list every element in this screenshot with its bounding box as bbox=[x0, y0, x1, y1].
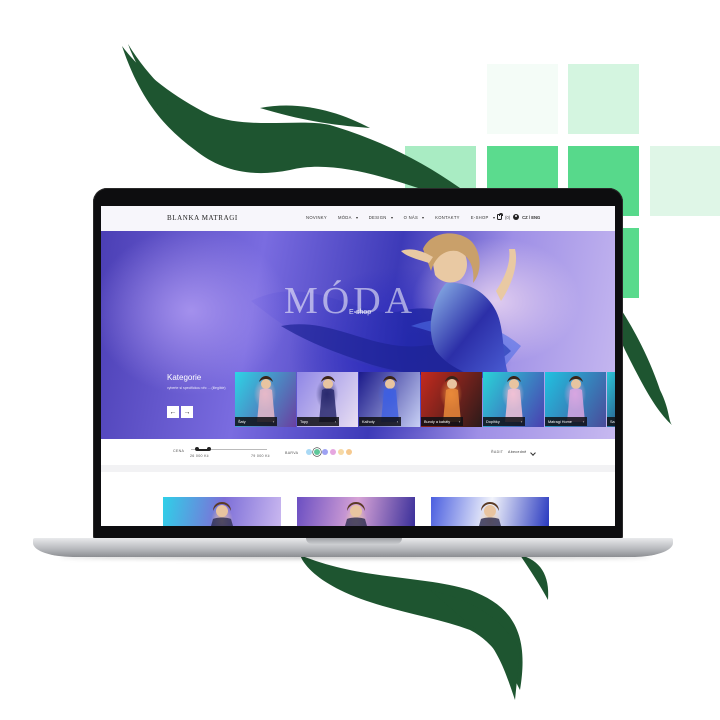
nav-item-moda[interactable]: MÓDA bbox=[338, 215, 358, 220]
hero-title: MÓDA bbox=[284, 280, 417, 322]
language-switch[interactable]: CZ / ENG bbox=[522, 215, 540, 220]
nav-item-label: DESIGN bbox=[368, 215, 387, 220]
arrow-right-icon: → bbox=[183, 408, 191, 416]
color-swatch[interactable] bbox=[330, 449, 336, 455]
price-slider-max-handle[interactable] bbox=[207, 447, 211, 451]
categories-title: Kategorie bbox=[167, 373, 202, 382]
category-card[interactable]: Topy › bbox=[297, 372, 358, 427]
product-card-image[interactable] bbox=[297, 497, 415, 526]
category-label-text: Matragi Home bbox=[548, 419, 572, 424]
chevron-down-icon bbox=[355, 216, 358, 219]
nav-item-label: NOVINKY bbox=[306, 215, 327, 220]
color-swatch[interactable] bbox=[338, 449, 344, 455]
category-card[interactable]: Doplňky › bbox=[483, 372, 544, 427]
chevron-right-icon: › bbox=[334, 419, 336, 424]
color-swatch[interactable] bbox=[322, 449, 328, 455]
chevron-right-icon: › bbox=[458, 419, 460, 424]
product-model-image bbox=[211, 502, 233, 526]
carousel-next-button[interactable]: → bbox=[181, 406, 193, 418]
hero-banner: MÓDA E-shop Kategorie vyberte si specifi… bbox=[101, 231, 615, 439]
categories-description: vyberte si specifickou věc ... (illegibl… bbox=[167, 386, 226, 390]
category-label-text: Topy bbox=[300, 419, 309, 424]
color-swatch[interactable] bbox=[306, 449, 312, 455]
price-max-value: 79 000 Kč bbox=[251, 454, 270, 458]
product-card-image[interactable] bbox=[163, 497, 281, 526]
laptop-screen: BLANKA MATRAGI NOVINKY MÓDA DESIGN O NÁS… bbox=[101, 206, 615, 526]
carousel-prev-button[interactable]: ← bbox=[167, 406, 179, 418]
category-label: Šaty › bbox=[235, 417, 277, 426]
nav-item-label: MÓDA bbox=[337, 215, 352, 220]
price-filter-label: CENA bbox=[173, 449, 185, 453]
shopping-bag-icon[interactable] bbox=[497, 213, 503, 220]
site-header: BLANKA MATRAGI NOVINKY MÓDA DESIGN O NÁS… bbox=[101, 206, 615, 231]
chevron-down-icon bbox=[492, 216, 495, 219]
category-card[interactable]: Sa bbox=[607, 372, 615, 427]
nav-item-kontakty[interactable]: KONTAKTY bbox=[435, 215, 460, 220]
category-label: Doplňky › bbox=[483, 417, 525, 426]
nav-item-label: E-SHOP bbox=[470, 215, 489, 220]
category-label: Kalhoty › bbox=[359, 417, 401, 426]
category-label: Topy › bbox=[297, 417, 339, 426]
arrow-left-icon: ← bbox=[169, 408, 177, 416]
filter-bar: CENA 26 000 Kč 79 000 Kč BARVA ŘADIT Abe… bbox=[101, 439, 615, 465]
chevron-down-icon bbox=[390, 216, 393, 219]
chevron-down-icon[interactable] bbox=[530, 450, 536, 456]
nav-item-o-nas[interactable]: O NÁS bbox=[404, 215, 425, 220]
category-card[interactable]: Matragi Home › bbox=[545, 372, 606, 427]
header-tools: (0) CZ / ENG bbox=[497, 213, 540, 220]
user-icon[interactable] bbox=[513, 214, 520, 220]
product-model-image bbox=[479, 502, 501, 526]
color-filter-label: BARVA bbox=[285, 451, 299, 455]
nav-item-eshop[interactable]: E-SHOP bbox=[471, 215, 495, 220]
nav-item-novinky[interactable]: NOVINKY bbox=[306, 215, 327, 220]
chevron-right-icon: › bbox=[582, 419, 584, 424]
color-swatch[interactable] bbox=[314, 449, 320, 455]
category-card[interactable]: Bundy a kabáty › bbox=[421, 372, 482, 427]
category-label-text: Šaty bbox=[238, 419, 246, 424]
hero-subtitle: E-shop bbox=[349, 309, 372, 316]
site-logo[interactable]: BLANKA MATRAGI bbox=[167, 214, 238, 222]
product-card-image[interactable] bbox=[431, 497, 549, 526]
nav-item-label: KONTAKTY bbox=[435, 215, 460, 220]
category-label: Bundy a kabáty › bbox=[421, 417, 463, 426]
category-card[interactable]: Šaty › bbox=[235, 372, 296, 427]
color-swatch[interactable] bbox=[346, 449, 352, 455]
main-nav: NOVINKY MÓDA DESIGN O NÁS KONTAKTY E-SHO… bbox=[306, 215, 495, 220]
category-label-text: Kalhoty bbox=[362, 419, 375, 424]
category-label-text: Doplňky bbox=[486, 419, 500, 424]
sort-select[interactable]: Abecedně bbox=[508, 450, 527, 454]
sort-label: ŘADIT bbox=[491, 450, 504, 454]
laptop-notch bbox=[306, 538, 402, 544]
product-model-image bbox=[345, 502, 367, 526]
section-divider bbox=[101, 465, 615, 472]
cart-count: (0) bbox=[505, 214, 511, 220]
price-slider-min-handle[interactable] bbox=[195, 447, 199, 451]
category-card[interactable]: Kalhoty › bbox=[359, 372, 420, 427]
chevron-down-icon bbox=[422, 216, 425, 219]
category-label-text: Sa bbox=[610, 419, 615, 424]
category-label: Matragi Home › bbox=[545, 417, 587, 426]
nav-item-label: O NÁS bbox=[403, 215, 419, 220]
chevron-right-icon: › bbox=[272, 419, 274, 424]
chevron-right-icon: › bbox=[396, 419, 398, 424]
category-carousel: Šaty › Topy › Kalhoty › Bundy a kabáty › Doplňky… bbox=[235, 372, 615, 427]
nav-item-design[interactable]: DESIGN bbox=[369, 215, 393, 220]
category-label: Sa bbox=[607, 417, 615, 426]
price-min-value: 26 000 Kč bbox=[190, 454, 209, 458]
chevron-right-icon: › bbox=[520, 419, 522, 424]
category-label-text: Bundy a kabáty bbox=[424, 419, 451, 424]
